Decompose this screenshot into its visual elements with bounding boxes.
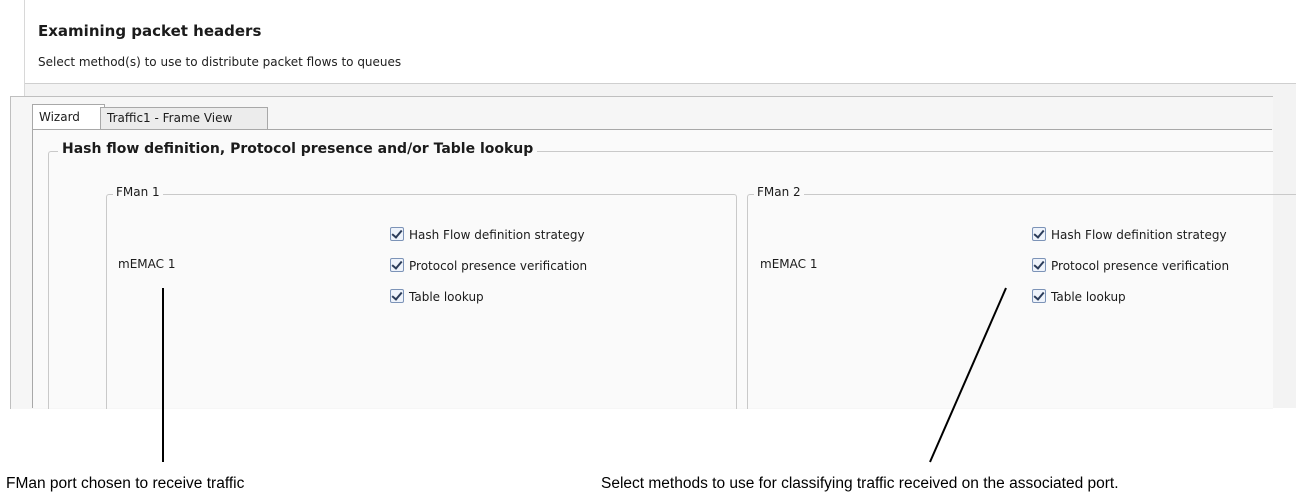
methods-callout-line [929,287,1007,463]
port-annotation: FMan port chosen to receive traffic [6,475,245,492]
callout-lines [162,287,1007,463]
methods-annotation: Select methods to use for classifying tr… [601,475,1119,492]
